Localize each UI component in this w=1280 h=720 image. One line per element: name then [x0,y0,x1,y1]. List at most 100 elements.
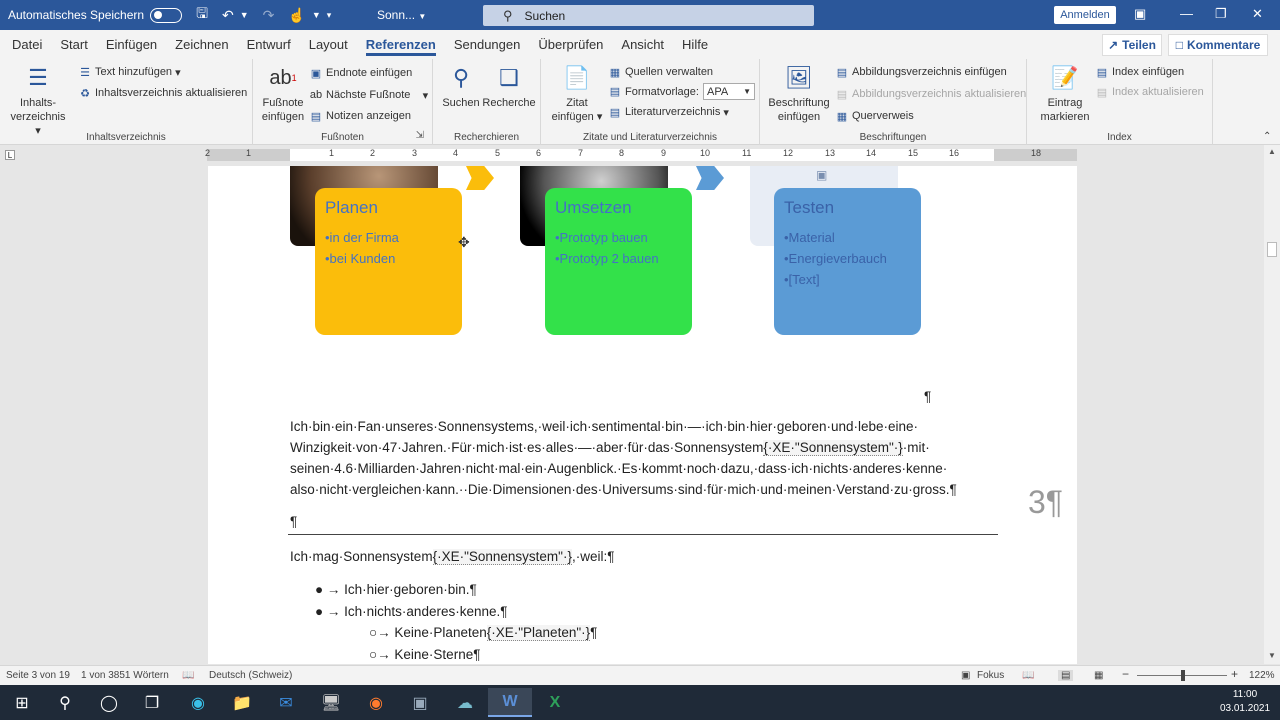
horizontal-ruler[interactable]: L 2 1 1 2 3 4 5 6 7 8 9 10 11 12 13 14 1… [0,145,1280,166]
document-name[interactable]: Sonn... ▼ [377,8,426,22]
mark-entry-button[interactable]: 📝 Eintrag markieren [1037,63,1093,124]
zoom-level[interactable]: 122% [1249,670,1275,681]
tab-ueberpruefen[interactable]: Überprüfen [529,30,612,59]
ribbon-display-icon[interactable]: ▣ [1134,6,1146,22]
redo-icon[interactable]: ↷ [263,7,275,24]
sub-list-item[interactable]: ○→ Keine·Planeten{·XE·"Planeten"·}¶ [369,625,597,641]
list-item[interactable]: ● → Ich·nichts·anderes·kenne.¶ [315,604,508,619]
page-count[interactable]: Seite 3 von 19 [6,670,70,681]
remote-desktop-icon[interactable]: 🖥 [309,688,353,717]
manage-sources-button[interactable]: ▦ Quellen verwalten [608,65,713,79]
restore-icon[interactable]: ❐ [1215,6,1227,22]
firefox-icon[interactable]: ◉ [354,688,398,717]
list-item[interactable]: ● → Ich·hier·geboren·bin.¶ [315,582,477,597]
system-clock[interactable]: 11:00 03.01.2021 [1210,688,1280,716]
add-text-button[interactable]: ☰ Text hinzufügen ▾ [78,65,181,79]
xe-field[interactable]: {·XE·"Sonnensystem"·} [763,440,903,456]
toc-button[interactable]: ☰ Inhalts- verzeichnis ▾ [8,63,68,138]
touch-dropdown-icon[interactable]: ▼ [312,10,321,20]
paragraph-2[interactable]: Ich·mag·Sonnensystem{·XE·"Sonnensystem"·… [290,549,614,565]
tab-referenzen[interactable]: Referenzen [357,30,445,59]
vertical-scrollbar[interactable]: ▲ ▼ [1264,145,1280,664]
mail-icon[interactable]: ✉ [264,688,308,717]
word-icon[interactable]: W [488,688,532,717]
footnotes-launcher-icon[interactable]: ⇲ [416,130,424,141]
insert-index-button[interactable]: ▤ Index einfügen [1095,65,1184,79]
tab-layout[interactable]: Layout [300,30,357,59]
print-layout-icon[interactable]: ▤ [1058,670,1074,681]
read-mode-icon[interactable]: 📖 [1022,670,1034,681]
touch-mode-icon[interactable]: ☝ [288,7,305,24]
task-view-icon[interactable]: ❐ [130,688,174,717]
update-index-button[interactable]: ▤ Index aktualisieren [1095,85,1204,99]
sub-list-item[interactable]: ○→ Keine·Sterne¶ [369,647,480,662]
app-icon[interactable]: ▣ [398,688,442,717]
show-notes-button[interactable]: ▤ Notizen anzeigen [309,109,411,123]
card-testen[interactable]: Testen •Material •Energieverbauch •[Text… [774,188,921,335]
focus-icon[interactable]: ▣ [961,670,970,681]
xe-field[interactable]: {·XE·"Sonnensystem"·} [432,549,572,565]
search-button[interactable]: ⚲ Suchen [441,63,481,110]
document-page[interactable]: ▣ Planen •in der Firma •bei Kunden Umset… [208,166,1077,664]
tab-ansicht[interactable]: Ansicht [612,30,673,59]
insert-endnote-button[interactable]: ▣ Endnote einfügen [309,66,412,80]
zoom-slider-thumb[interactable] [1181,670,1185,681]
tab-sendungen[interactable]: Sendungen [445,30,530,59]
researcher-button[interactable]: ❑ Recherche [482,63,535,110]
insert-table-of-figures-button[interactable]: ▤ Abbildungsverzeichnis einfügen [835,65,1007,79]
search-icon[interactable]: ⚲ [43,688,87,717]
login-button[interactable]: Anmelden [1054,6,1116,24]
share-button[interactable]: ↗ Teilen [1102,34,1162,56]
windows-start-icon[interactable]: ⊞ [0,688,44,717]
update-toc-button[interactable]: ♻ Inhaltsverzeichnis aktualisieren [78,86,247,100]
insert-footnote-button[interactable]: ab 1 Fußnote einfügen [259,63,307,124]
citation-style-select[interactable]: APA ▼ [702,83,755,100]
close-icon[interactable]: ✕ [1252,6,1263,22]
bibliography-button[interactable]: ▤ Literaturverzeichnis ▾ [608,105,729,119]
tab-einfuegen[interactable]: Einfügen [97,30,166,59]
zoom-in-button[interactable]: + [1231,667,1238,681]
cortana-icon[interactable]: ◯ [87,688,131,717]
process-arrow-1[interactable] [466,166,494,190]
xe-field[interactable]: {·XE·"Planeten"·} [486,625,591,641]
customize-toolbar-icon[interactable]: ▾ [327,10,332,21]
card-umsetzen[interactable]: Umsetzen •Prototyp bauen •Prototyp 2 bau… [545,188,692,335]
comments-button[interactable]: □ Kommentare [1168,34,1268,56]
save-icon[interactable]: 🖫 [196,3,208,27]
card-planen[interactable]: Planen •in der Firma •bei Kunden [315,188,462,335]
search-box[interactable]: ⚲ Suchen [483,5,814,26]
process-arrow-2[interactable] [696,166,724,190]
insert-citation-button[interactable]: 📄 Zitat einfügen ▾ [551,63,603,124]
tab-datei[interactable]: Datei [3,30,51,59]
tab-entwurf[interactable]: Entwurf [238,30,300,59]
undo-dropdown-icon[interactable]: ▼ [240,10,249,20]
tab-selector[interactable]: L [5,150,15,160]
scroll-up-icon[interactable]: ▲ [1268,147,1276,156]
collapse-ribbon-icon[interactable]: ⌃ [1263,131,1271,142]
next-footnote-button[interactable]: ab Nächste Fußnote ▾ [309,88,428,102]
insert-caption-button[interactable]: 🖼 Beschriftung einfügen [768,63,830,124]
file-explorer-icon[interactable]: 📁 [220,688,264,717]
proofing-icon[interactable]: 📖 [182,670,194,681]
minimize-icon[interactable]: — [1180,6,1193,21]
zoom-out-button[interactable]: − [1122,667,1129,681]
scroll-thumb[interactable] [1267,242,1277,257]
undo-icon[interactable]: ↶ [222,7,234,24]
autosave-toggle[interactable] [150,7,183,23]
network-app-icon[interactable]: ☁ [443,688,487,717]
tab-start[interactable]: Start [51,30,96,59]
update-table-button[interactable]: ▤ Abbildungsverzeichnis aktualisieren [835,87,1026,101]
excel-icon[interactable]: X [533,688,577,717]
word-count[interactable]: 1 von 3851 Wörtern [81,670,169,681]
autosave-control[interactable]: Automatisches Speichern [8,7,183,23]
cross-reference-button[interactable]: ▦ Querverweis [835,109,914,123]
scroll-down-icon[interactable]: ▼ [1268,651,1276,660]
tab-zeichnen[interactable]: Zeichnen [166,30,237,59]
focus-mode-button[interactable]: Fokus [977,670,1004,681]
paragraph-1[interactable]: Ich·bin·ein·Fan·unseres·Sonnensystems,·w… [290,416,1002,500]
citation-style-control[interactable]: ▤ Formatvorlage: APA ▼ [608,83,755,100]
tab-hilfe[interactable]: Hilfe [673,30,717,59]
language[interactable]: Deutsch (Schweiz) [209,670,292,681]
web-layout-icon[interactable]: ▦ [1094,670,1103,681]
edge-icon[interactable]: ◉ [176,688,220,717]
